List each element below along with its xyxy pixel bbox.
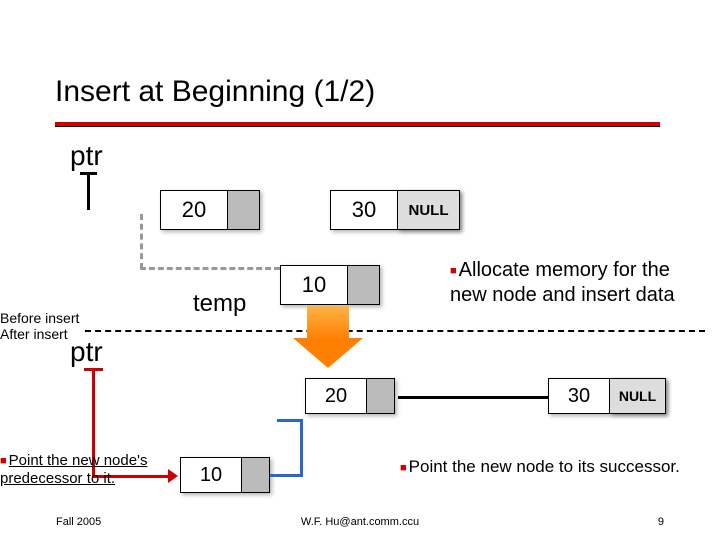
- connector-new-to-successor-h1: [270, 474, 302, 477]
- null-label: NULL: [610, 378, 666, 414]
- connector-20-30: [398, 396, 550, 399]
- dashed-connector-h: [140, 267, 280, 270]
- node-20-before: 20: [160, 190, 260, 230]
- ptr-label-before: ptr: [70, 140, 103, 172]
- divider-dashed: [85, 330, 705, 332]
- ptr-stem-before: [87, 175, 90, 210]
- footer-center: W.F. Hu@ant.comm.ccu: [0, 516, 720, 528]
- node-30-before: 30 NULL: [330, 190, 460, 230]
- page-title: Insert at Beginning (1/2): [55, 75, 375, 109]
- node-data: 10: [180, 457, 242, 493]
- title-underline: [55, 122, 660, 127]
- note-predecessor: ■Point the new node's predecessor to it.: [0, 452, 180, 488]
- label-before-insert: Before insert: [0, 310, 79, 326]
- node-temp: 10: [280, 265, 380, 305]
- label-after-insert: After insert: [0, 326, 79, 342]
- note-successor: ■Point the new node to its successor.: [400, 457, 680, 478]
- dashed-connector-v: [140, 214, 143, 269]
- node-next-ptr: [242, 457, 270, 493]
- node-next-ptr: [348, 265, 380, 305]
- node-next-ptr: [228, 190, 260, 230]
- note-allocate: ■Allocate memory for the new node and in…: [450, 258, 680, 307]
- node-30-after: 30 NULL: [548, 378, 666, 414]
- node-data: 30: [330, 190, 398, 230]
- connector-new-to-successor-v: [300, 419, 303, 477]
- square-bullet-icon: ■: [0, 455, 7, 467]
- square-bullet-icon: ■: [400, 462, 407, 474]
- node-next-ptr: [367, 378, 395, 414]
- before-after-labels: Before insert After insert: [0, 310, 79, 342]
- node-data: 30: [548, 378, 610, 414]
- null-label: NULL: [398, 190, 460, 230]
- footer-page-number: 9: [658, 516, 664, 528]
- node-10-after: 10: [180, 457, 270, 493]
- ptr-label-after: ptr: [70, 336, 103, 368]
- connector-new-to-successor-h2: [277, 419, 303, 422]
- temp-label: temp: [193, 290, 246, 318]
- down-arrow-icon: [293, 306, 363, 370]
- square-bullet-icon: ■: [450, 265, 457, 277]
- node-data: 20: [305, 378, 367, 414]
- node-20-after: 20: [305, 378, 395, 414]
- node-data: 10: [280, 265, 348, 305]
- node-data: 20: [160, 190, 228, 230]
